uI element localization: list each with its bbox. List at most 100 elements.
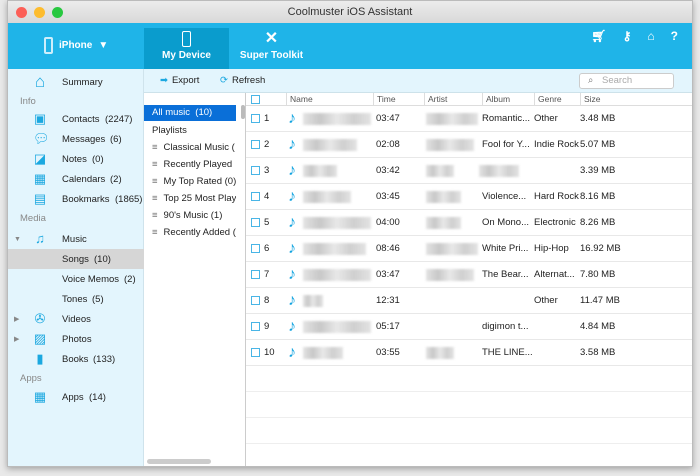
row-checkbox[interactable] — [251, 348, 260, 357]
cell-album: Violence... — [482, 191, 527, 202]
cell-time: 05:17 — [376, 321, 400, 332]
sidebar-item-summary[interactable]: ⌂ Summary — [8, 71, 144, 93]
tab-my-device[interactable]: My Device — [144, 28, 229, 69]
sidebar-item-voice-memos[interactable]: Voice Memos (2) — [8, 269, 144, 289]
row-checkbox[interactable] — [251, 296, 260, 305]
playlist-pane: All music (10) Playlists ≡ Classical Musi… — [144, 93, 246, 466]
playlist-item[interactable]: ≡ Classical Music ( — [144, 140, 236, 156]
bookmarks-icon: ▤ — [33, 191, 47, 206]
songs-table: Name Time Artist Album Genre Size 1 ♪ 03:47 Roma… — [246, 93, 692, 466]
column-header-genre[interactable]: Genre — [534, 93, 562, 106]
table-row[interactable]: 5 ♪ 04:00 On Mono... Electronic 8.26 MB — [246, 210, 692, 236]
table-row[interactable]: 6 ♪ 08:46 White Pri... Hip-Hop 16.92 MB — [246, 236, 692, 262]
table-row[interactable]: 9 ♪ 05:17 digimon t... 4.84 MB — [246, 314, 692, 340]
blurred-artist — [426, 191, 461, 203]
cart-icon[interactable]: 🛒︎ — [591, 29, 606, 43]
sidebar-item-contacts[interactable]: ▣ Contacts (2247) — [8, 109, 144, 129]
refresh-label: Refresh — [231, 75, 266, 86]
cell-size: 3.48 MB — [580, 113, 616, 124]
cell-size: 4.84 MB — [580, 321, 616, 332]
cell-size: 7.80 MB — [580, 269, 616, 280]
sidebar-item-count: (10) — [94, 253, 111, 265]
sidebar-item-label: Books — [62, 353, 89, 365]
table-row[interactable]: 7 ♪ 03:47 The Bear... Alternat... 7.80 MB — [246, 262, 692, 288]
playlist-item[interactable]: ≡ Recently Played — [144, 157, 236, 173]
select-all-checkbox[interactable] — [251, 95, 260, 104]
playlist-item[interactable]: ≡ 90's Music (1) — [144, 208, 236, 224]
search-input[interactable]: ⌕ Search — [579, 73, 674, 89]
device-selector[interactable]: iPhone ▼ — [44, 37, 108, 54]
table-row[interactable]: 3 ♪ 03:42 3.39 MB — [246, 158, 692, 184]
home-icon[interactable]: ⌂ — [647, 29, 654, 43]
row-checkbox[interactable] — [251, 322, 260, 331]
cell-album: The Bear... — [482, 269, 529, 280]
sidebar-item-messages[interactable]: 💬︎ Messages (6) — [8, 129, 144, 149]
column-header-size[interactable]: Size — [580, 93, 601, 106]
sidebar-item-count: (6) — [110, 133, 122, 145]
export-button[interactable]: ➡ Export — [160, 75, 199, 86]
row-number: 1 — [264, 113, 270, 124]
cell-album: Fool for Y... — [482, 139, 530, 150]
sidebar-item-photos[interactable]: ▶ ▨ Photos — [8, 329, 144, 349]
row-checkbox[interactable] — [251, 244, 260, 253]
sidebar-item-count: (1865) — [115, 193, 143, 205]
cell-size: 3.39 MB — [580, 165, 616, 176]
playlist-icon: ≡ — [152, 210, 158, 221]
playlist-item[interactable]: ≡ Top 25 Most Played — [144, 191, 236, 207]
row-checkbox[interactable] — [251, 270, 260, 279]
column-header-name[interactable]: Name — [286, 93, 313, 106]
column-header-album[interactable]: Album — [482, 93, 510, 106]
column-header-time[interactable]: Time — [373, 93, 396, 106]
sidebar-item-books[interactable]: ▮ Books (133) — [8, 349, 144, 369]
sidebar-item-apps[interactable]: ▦ Apps (14) — [8, 387, 144, 407]
label: All music — [152, 107, 191, 118]
cell-album: digimon t... — [482, 321, 529, 332]
sidebar-item-label: Messages — [62, 133, 106, 145]
blurred-name — [303, 191, 351, 203]
blurred-name — [303, 165, 337, 177]
cell-size: 3.58 MB — [580, 347, 616, 358]
playlist-all-music[interactable]: All music (10) — [144, 105, 236, 121]
books-icon: ▮ — [36, 351, 44, 366]
playlist-label: Top 25 Most Played — [163, 193, 236, 204]
zoom-button[interactable] — [52, 7, 63, 18]
table-row[interactable]: 1 ♪ 03:47 Romantic... Other 3.48 MB — [246, 106, 692, 132]
playlist-item[interactable]: ≡ My Top Rated (0) — [144, 174, 236, 190]
table-row[interactable]: 8 ♪ 12:31 Other 11.47 MB — [246, 288, 692, 314]
row-checkbox[interactable] — [251, 140, 260, 149]
blurred-artist — [426, 269, 474, 281]
tab-super-toolkit[interactable]: ✕ Super Toolkit — [229, 28, 314, 69]
export-icon: ➡ — [160, 75, 168, 86]
table-row[interactable]: 10 ♪ 03:55 THE LINE... 3.58 MB — [246, 340, 692, 366]
sidebar-item-label: Music — [62, 233, 87, 245]
expanded-arrow-icon[interactable]: ▼ — [14, 236, 21, 243]
blurred-artist — [426, 243, 478, 255]
row-checkbox[interactable] — [251, 166, 260, 175]
row-checkbox[interactable] — [251, 192, 260, 201]
vertical-scrollbar[interactable] — [241, 105, 245, 119]
help-icon[interactable]: ? — [671, 29, 678, 43]
playlist-icon: ≡ — [152, 193, 158, 204]
key-icon[interactable]: ⚷ — [623, 29, 632, 43]
sidebar-item-tones[interactable]: Tones (5) — [8, 289, 144, 309]
blurred-name — [303, 139, 357, 151]
sidebar-item-bookmarks[interactable]: ▤ Bookmarks (1865) — [8, 189, 144, 209]
horizontal-scrollbar[interactable] — [147, 459, 211, 464]
collapsed-arrow-icon[interactable]: ▶ — [14, 315, 19, 323]
sidebar-item-music[interactable]: ▼ ♫ Music — [8, 229, 144, 249]
sidebar-item-videos[interactable]: ▶ ✇ Videos — [8, 309, 144, 329]
sidebar-item-calendars[interactable]: ▦ Calendars (2) — [8, 169, 144, 189]
minimize-button[interactable] — [34, 7, 45, 18]
sidebar-item-notes[interactable]: ◪ Notes (0) — [8, 149, 144, 169]
collapsed-arrow-icon[interactable]: ▶ — [14, 335, 19, 343]
playlist-item[interactable]: ≡ Recently Added ( — [144, 225, 236, 241]
row-checkbox[interactable] — [251, 218, 260, 227]
row-number: 2 — [264, 139, 270, 150]
table-row[interactable]: 2 ♪ 02:08 Fool for Y... Indie Rock 5.07 MB — [246, 132, 692, 158]
refresh-button[interactable]: ⟳ Refresh — [220, 75, 265, 86]
column-header-artist[interactable]: Artist — [424, 93, 447, 106]
sidebar-item-songs[interactable]: Songs (10) — [8, 249, 144, 269]
table-row[interactable]: 4 ♪ 03:45 Violence... Hard Rock 8.16 MB — [246, 184, 692, 210]
close-button[interactable] — [16, 7, 27, 18]
row-checkbox[interactable] — [251, 114, 260, 123]
